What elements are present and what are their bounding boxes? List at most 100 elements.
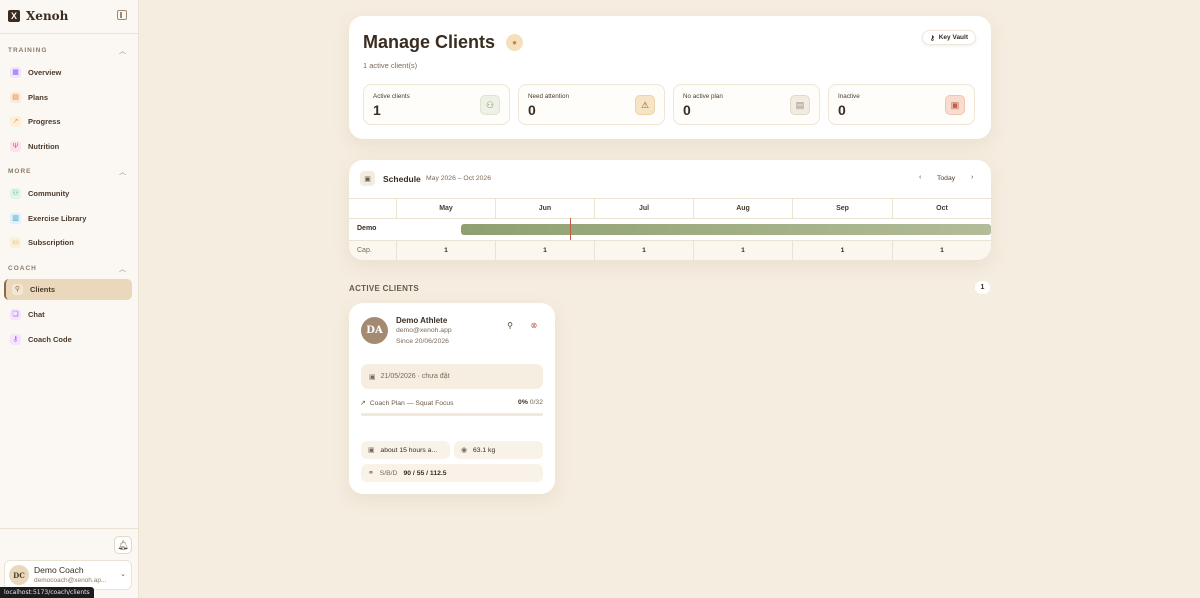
calendar-icon: ▣ <box>945 95 965 115</box>
sidebar-item-coach-code[interactable]: ⚷ Coach Code <box>4 329 132 350</box>
sidebar-item-clients[interactable]: ⚲ Clients <box>4 279 132 300</box>
divider <box>0 33 138 34</box>
key-icon: ⚷ <box>10 334 21 345</box>
avatar: DC <box>9 565 29 585</box>
avatar: DA <box>361 317 388 344</box>
brand-logo-icon: X <box>8 10 20 22</box>
calendar-icon: ▣ <box>369 373 376 381</box>
plan-name: Coach Plan — Squat Focus <box>369 399 454 407</box>
sidebar-item-label: Nutrition <box>28 142 60 151</box>
capacity-cell: 1 <box>693 241 792 260</box>
sidebar-item-chat[interactable]: ❏ Chat <box>4 304 132 325</box>
key-vault-button[interactable]: ⚷ Key Vault <box>921 30 976 45</box>
client-since: Since 20/06/2026 <box>396 338 449 345</box>
sidebar-item-label: Clients <box>30 285 56 294</box>
calendar-icon: ▣ <box>368 447 375 454</box>
clipboard-icon: ▤ <box>10 92 21 103</box>
users-icon: ⚇ <box>10 188 21 199</box>
view-profile-icon[interactable]: ⚲ <box>504 319 516 331</box>
stat-no-active-plan[interactable]: No active plan 0 ▤ <box>673 84 820 125</box>
chevron-left-icon[interactable]: ‹ <box>919 174 921 181</box>
manage-clients-card: Manage Clients ● 1 active client(s) ⚷ Ke… <box>349 16 991 139</box>
remove-client-icon[interactable]: ⊗ <box>528 319 540 331</box>
sidebar-item-label: Overview <box>28 68 62 77</box>
plan-progress-bar <box>361 413 543 416</box>
user-email: democoach@xenoh.ap... <box>34 577 107 584</box>
schedule-card: ▣ Schedule May 2026 – Oct 2026 ‹ Today ›… <box>349 160 991 260</box>
stat-value: 1 <box>373 102 381 118</box>
stat-label: No active plan <box>683 93 723 100</box>
capacity-cell: 1 <box>396 241 495 260</box>
month-header: Sep <box>792 198 892 218</box>
user-name: Demo Coach <box>34 565 84 575</box>
section-label-coach: COACH <box>8 265 37 272</box>
sbd-pill: ⚭ S/B/D 90 / 55 / 112.5 <box>361 464 543 482</box>
stat-value: 0 <box>683 102 691 118</box>
user-menu[interactable]: DC Demo Coach democoach@xenoh.ap... ⌄ <box>4 560 132 590</box>
stat-label: Inactive <box>838 93 860 100</box>
bell-icon[interactable]: 🔔︎ <box>114 536 132 554</box>
plan-timeline-bar[interactable] <box>461 224 991 235</box>
divider <box>0 528 138 529</box>
book-icon: ▥ <box>10 213 21 224</box>
grid-icon: ▦ <box>10 67 21 78</box>
month-header: Oct <box>892 198 991 218</box>
sidebar-item-overview[interactable]: ▦ Overview <box>4 62 132 83</box>
schedule-range: May 2026 – Oct 2026 <box>426 175 491 182</box>
capacity-cell: 1 <box>495 241 594 260</box>
last-active-pill: ▣ about 15 hours a... <box>361 441 450 459</box>
alert-icon: ⚠ <box>635 95 655 115</box>
client-email: demo@xenoh.app <box>396 327 452 334</box>
sidebar-item-label: Coach Code <box>28 335 72 344</box>
page-title: Manage Clients <box>363 32 496 52</box>
plan-progress-text: 0% 0/32 <box>518 399 543 406</box>
sbd-label: S/B/D <box>379 469 398 477</box>
capacity-row: Cap. 1 1 1 1 1 1 <box>349 241 991 260</box>
client-card[interactable]: DA Demo Athlete demo@xenoh.app Since 20/… <box>349 303 555 494</box>
today-button[interactable]: Today <box>937 175 955 182</box>
sidebar-item-label: Chat <box>28 310 45 319</box>
pin-icon: ● <box>506 34 523 51</box>
stat-inactive[interactable]: Inactive 0 ▣ <box>828 84 975 125</box>
chevron-up-icon[interactable]: ︿ <box>119 46 126 56</box>
stat-need-attention[interactable]: Need attention 0 ⚠ <box>518 84 665 125</box>
sidebar-item-label: Community <box>28 189 70 198</box>
sidebar-item-exercise-library[interactable]: ▥ Exercise Library <box>4 208 132 229</box>
schedule-title: Schedule <box>383 174 421 184</box>
active-clients-heading: ACTIVE CLIENTS <box>349 284 419 293</box>
session-date-pill[interactable]: ▣ 21/05/2026 · chưa đặt <box>361 364 543 389</box>
trending-icon: ↗ <box>10 116 21 127</box>
weight-pill: ◉ 63.1 kg <box>454 441 543 459</box>
capacity-cell: 1 <box>792 241 892 260</box>
sidebar-item-subscription[interactable]: ▭ Subscription <box>4 232 132 253</box>
brand[interactable]: X Xenoh <box>8 9 68 23</box>
chevron-up-icon[interactable]: ︿ <box>119 264 126 274</box>
key-icon: ⚷ <box>929 34 935 42</box>
sidebar-item-label: Subscription <box>28 238 74 247</box>
sidebar-collapse-icon[interactable] <box>117 10 127 20</box>
stat-active-clients[interactable]: Active clients 1 ⚇ <box>363 84 510 125</box>
sidebar-item-community[interactable]: ⚇ Community <box>4 183 132 204</box>
stat-label: Need attention <box>528 93 569 100</box>
session-date-text: 21/05/2026 · chưa đặt <box>380 373 450 380</box>
sidebar-item-nutrition[interactable]: Ψ Nutrition <box>4 136 132 157</box>
plan-percent: 0% <box>518 399 528 406</box>
trending-icon: ↗ <box>360 400 366 407</box>
today-marker <box>570 218 571 240</box>
sidebar-item-plans[interactable]: ▤ Plans <box>4 87 132 108</box>
link-icon: ⚭ <box>368 470 374 477</box>
stat-value: 0 <box>838 102 846 118</box>
sidebar: X Xenoh TRAINING ︿ ▦ Overview ▤ Plans ↗ … <box>0 0 139 598</box>
month-header: Jun <box>495 198 594 218</box>
client-name: Demo Athlete <box>396 316 448 325</box>
active-clients-count-badge: 1 <box>975 281 990 294</box>
month-header: May <box>396 198 495 218</box>
capacity-cell: 1 <box>892 241 991 260</box>
sidebar-item-label: Progress <box>28 117 61 126</box>
sidebar-item-progress[interactable]: ↗ Progress <box>4 111 132 132</box>
month-header-row: May Jun Jul Aug Sep Oct <box>349 198 991 218</box>
chevron-up-icon[interactable]: ︿ <box>119 167 126 177</box>
month-header: Aug <box>693 198 792 218</box>
capacity-cell: 1 <box>594 241 693 260</box>
chevron-right-icon[interactable]: › <box>971 174 973 181</box>
